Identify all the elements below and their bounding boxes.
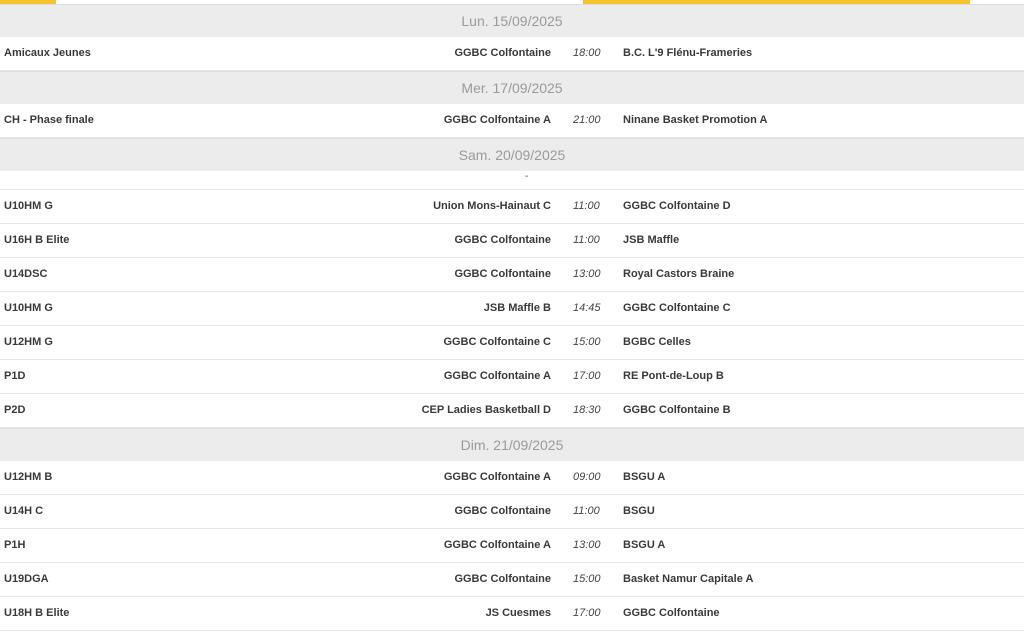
home-team: GGBC Colfontaine	[454, 234, 551, 246]
match-row[interactable]: U10HM G Union Mons-Hainaut C 11:00 GGBC Col…	[0, 190, 1024, 224]
day-header: Sam. 20/09/2025	[0, 138, 1024, 171]
home-team: JS Cuesmes	[485, 607, 551, 619]
home-team: GGBC Colfontaine A	[443, 539, 551, 551]
home-team: GGBC Colfontaine A	[443, 370, 551, 382]
home-team: GGBC Colfontaine A	[443, 471, 551, 483]
away-team: GGBC Colfontaine B	[623, 404, 731, 416]
away-team: RE Pont-de-Loup B	[623, 370, 724, 382]
match-time: 15:00	[573, 336, 601, 348]
match-time: 18:30	[573, 404, 601, 416]
match-row[interactable]: U12HM B GGBC Colfontaine A 09:00 BSGU A	[0, 461, 1024, 495]
home-team: CEP Ladies Basketball D	[421, 404, 551, 416]
away-team: BGBC Celles	[623, 336, 691, 348]
match-schedule: Lun. 15/09/2025 Amicaux Jeunes GGBC Colfon…	[0, 4, 1024, 631]
home-team: GGBC Colfontaine	[454, 505, 551, 517]
away-team: BSGU	[623, 505, 655, 517]
match-category: CH - Phase finale	[4, 114, 94, 126]
match-category: U12HM B	[4, 471, 53, 483]
separator-dash: -	[525, 171, 529, 182]
match-category: U18H B Elite	[4, 607, 70, 619]
day-header: Dim. 21/09/2025	[0, 428, 1024, 461]
match-category: Amicaux Jeunes	[4, 47, 91, 59]
match-row[interactable]: U18H B Elite JS Cuesmes 17:00 GGBC Colfonta…	[0, 597, 1024, 631]
away-team: BSGU A	[623, 539, 666, 551]
separator-row: -	[0, 171, 1024, 190]
match-row[interactable]: U10HM G JSB Maffle B 14:45 GGBC Colfontaine…	[0, 292, 1024, 326]
away-team: Basket Namur Capitale A	[623, 573, 754, 585]
match-row[interactable]: U19DGA GGBC Colfontaine 15:00 Basket Namur …	[0, 563, 1024, 597]
match-time: 11:00	[573, 505, 600, 517]
home-team: JSB Maffle B	[483, 302, 551, 314]
match-time: 13:00	[573, 539, 601, 551]
match-time: 14:45	[573, 302, 601, 314]
match-time: 15:00	[573, 573, 601, 585]
home-team: GGBC Colfontaine	[454, 47, 551, 59]
day-header: Mer. 17/09/2025	[0, 71, 1024, 104]
match-time: 18:00	[573, 47, 601, 59]
away-team: GGBC Colfontaine D	[623, 200, 731, 212]
match-time: 09:00	[573, 471, 601, 483]
away-team: BSGU A	[623, 471, 666, 483]
match-category: P1D	[4, 370, 26, 382]
match-time: 11:00	[573, 200, 600, 212]
match-row[interactable]: U14H C GGBC Colfontaine 11:00 BSGU	[0, 495, 1024, 529]
match-time: 21:00	[573, 114, 601, 126]
home-team: Union Mons-Hainaut C	[433, 200, 551, 212]
match-time: 13:00	[573, 268, 601, 280]
away-team: JSB Maffle	[623, 234, 680, 246]
day-header: Lun. 15/09/2025	[0, 4, 1024, 37]
match-row[interactable]: CH - Phase finale GGBC Colfontaine A 21:00…	[0, 104, 1024, 138]
match-category: P1H	[4, 539, 26, 551]
match-category: P2D	[4, 404, 26, 416]
match-category: U10HM G	[4, 302, 53, 314]
match-row[interactable]: P1D GGBC Colfontaine A 17:00 RE Pont-de-Lou…	[0, 360, 1024, 394]
away-team: B.C. L'9 Flénu-Frameries	[623, 47, 753, 59]
home-team: GGBC Colfontaine	[454, 573, 551, 585]
match-category: U10HM G	[4, 200, 53, 212]
match-category: U14H C	[4, 505, 44, 517]
match-time: 11:00	[573, 234, 600, 246]
home-team: GGBC Colfontaine A	[443, 114, 551, 126]
home-team: GGBC Colfontaine	[454, 268, 551, 280]
match-row[interactable]: U12HM G GGBC Colfontaine C 15:00 BGBC Celle…	[0, 326, 1024, 360]
match-category: U14DSC	[4, 268, 48, 280]
match-category: U19DGA	[4, 573, 49, 585]
match-category: U12HM G	[4, 336, 53, 348]
home-team: GGBC Colfontaine C	[443, 336, 551, 348]
match-category: U16H B Elite	[4, 234, 70, 246]
match-row[interactable]: P1H GGBC Colfontaine A 13:00 BSGU A	[0, 529, 1024, 563]
match-row[interactable]: P2D CEP Ladies Basketball D 18:30 GGBC Colf…	[0, 394, 1024, 428]
match-time: 17:00	[573, 607, 601, 619]
match-time: 17:00	[573, 370, 601, 382]
away-team: Royal Castors Braine	[623, 268, 735, 280]
match-row[interactable]: Amicaux Jeunes GGBC Colfontaine 18:00 B.C. …	[0, 37, 1024, 71]
away-team: Ninane Basket Promotion A	[623, 114, 768, 126]
match-row[interactable]: U14DSC GGBC Colfontaine 13:00 Royal Castors…	[0, 258, 1024, 292]
away-team: GGBC Colfontaine	[623, 607, 720, 619]
away-team: GGBC Colfontaine C	[623, 302, 731, 314]
match-row[interactable]: U16H B Elite GGBC Colfontaine 11:00 JSB Maf…	[0, 224, 1024, 258]
